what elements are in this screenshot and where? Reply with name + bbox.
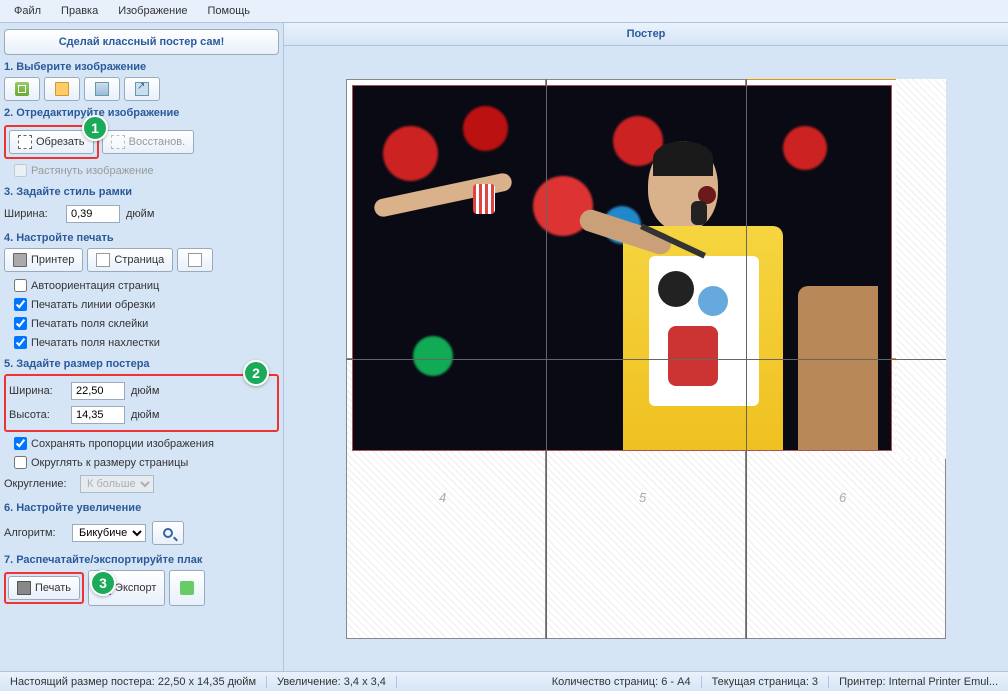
status-real-size: Настоящий размер постера: 22,50 x 14,35 … <box>0 676 267 688</box>
zoom-preview-button[interactable] <box>152 521 184 545</box>
crop-button[interactable]: Обрезать <box>9 130 94 154</box>
printer-btn-label: Принтер <box>31 254 74 266</box>
crop-label: Обрезать <box>36 136 85 148</box>
paste-image-button[interactable] <box>44 77 80 101</box>
stretch-checkbox-row: Растянуть изображение <box>4 161 279 180</box>
poster-width-input[interactable] <box>71 382 125 400</box>
poster-width-label: Ширина: <box>9 385 65 397</box>
page-btn-label: Страница <box>114 254 164 266</box>
page-num-4: 4 <box>439 490 446 505</box>
preview-panel: Постер 1 2 3 4 5 6 <box>284 23 1008 671</box>
scan-icon <box>95 82 109 96</box>
export-label: Экспорт <box>115 582 156 594</box>
frame-width-unit: дюйм <box>126 208 154 220</box>
poster-width-unit: дюйм <box>131 385 159 397</box>
menu-image[interactable]: Изображение <box>108 2 197 20</box>
print-label: Печать <box>35 582 71 594</box>
callout-2: 2 <box>243 360 269 386</box>
frame-width-input[interactable] <box>66 205 120 223</box>
round-select: К большем <box>80 475 154 493</box>
stretch-label: Растянуть изображение <box>31 165 154 177</box>
print-icon <box>17 581 31 595</box>
cut-lines-label: Печатать линии обрезки <box>31 299 155 311</box>
page-extra-icon <box>188 253 202 267</box>
poster-height-label: Высота: <box>9 409 65 421</box>
poster-height-unit: дюйм <box>131 409 159 421</box>
printer-button[interactable]: Принтер <box>4 248 83 272</box>
round-page-checkbox[interactable] <box>14 456 27 469</box>
menu-edit[interactable]: Правка <box>51 2 108 20</box>
frame-width-label: Ширина: <box>4 208 60 220</box>
page-icon <box>96 253 110 267</box>
restore-icon <box>111 135 125 149</box>
page-extra-button[interactable] <box>177 248 213 272</box>
preview-title: Постер <box>284 23 1008 46</box>
open-icon <box>15 82 29 96</box>
restore-button: Восстанов. <box>102 130 195 154</box>
paste-icon <box>55 82 69 96</box>
stretch-checkbox <box>14 164 27 177</box>
poster-image <box>352 85 892 451</box>
statusbar: Настоящий размер постера: 22,50 x 14,35 … <box>0 671 1008 691</box>
section5-title: 5. Задайте размер постера <box>4 358 279 370</box>
section2-title: 2. Отредактируйте изображение <box>4 107 279 119</box>
section1-title: 1. Выберите изображение <box>4 61 279 73</box>
menu-help[interactable]: Помощь <box>198 2 261 20</box>
algo-label: Алгоритм: <box>4 527 66 539</box>
poster-canvas[interactable]: 1 2 3 4 5 6 <box>346 79 946 639</box>
save-button[interactable] <box>169 570 205 606</box>
callout-1: 1 <box>82 115 108 141</box>
overlap-margins-checkbox[interactable] <box>14 336 27 349</box>
overlap-margins-label: Печатать поля нахлестки <box>31 337 160 349</box>
auto-orient-checkbox[interactable] <box>14 279 27 292</box>
menubar: Файл Правка Изображение Помощь <box>0 0 1008 23</box>
keep-ratio-checkbox[interactable] <box>14 437 27 450</box>
external-icon <box>135 82 149 96</box>
restore-label: Восстанов. <box>129 136 186 148</box>
page-num-5: 5 <box>639 490 646 505</box>
poster-height-input[interactable] <box>71 406 125 424</box>
round-label: Округление: <box>4 478 74 490</box>
scan-image-button[interactable] <box>84 77 120 101</box>
cut-lines-checkbox[interactable] <box>14 298 27 311</box>
external-image-button[interactable] <box>124 77 160 101</box>
zoom-icon <box>163 528 173 538</box>
round-page-label: Округлять к размеру страницы <box>31 457 188 469</box>
section3-title: 3. Задайте стиль рамки <box>4 186 279 198</box>
page-num-6: 6 <box>839 490 846 505</box>
glue-margins-label: Печатать поля склейки <box>31 318 148 330</box>
section4-title: 4. Настройте печать <box>4 232 279 244</box>
printer-icon <box>13 253 27 267</box>
section6-title: 6. Настройте увеличение <box>4 502 279 514</box>
sidebar: Сделай классный постер сам! 1. Выберите … <box>0 23 284 671</box>
print-button[interactable]: Печать <box>8 576 80 600</box>
section7-title: 7. Распечатайте/экспортируйте плак <box>4 554 279 566</box>
menu-file[interactable]: Файл <box>4 2 51 20</box>
status-page-count: Количество страниц: 6 - A4 <box>542 676 702 688</box>
status-current-page: Текущая страница: 3 <box>702 676 829 688</box>
algo-select[interactable]: Бикубическ <box>72 524 146 542</box>
status-printer: Принтер: Internal Printer Emul... <box>829 676 1008 688</box>
status-zoom: Увеличение: 3,4 x 3,4 <box>267 676 397 688</box>
save-icon <box>180 581 194 595</box>
keep-ratio-label: Сохранять пропорции изображения <box>31 438 214 450</box>
auto-orient-label: Автоориентация страниц <box>31 280 159 292</box>
open-image-button[interactable] <box>4 77 40 101</box>
banner-button[interactable]: Сделай классный постер сам! <box>4 29 279 55</box>
page-button[interactable]: Страница <box>87 248 173 272</box>
callout-3: 3 <box>90 570 116 596</box>
glue-margins-checkbox[interactable] <box>14 317 27 330</box>
crop-icon <box>18 135 32 149</box>
